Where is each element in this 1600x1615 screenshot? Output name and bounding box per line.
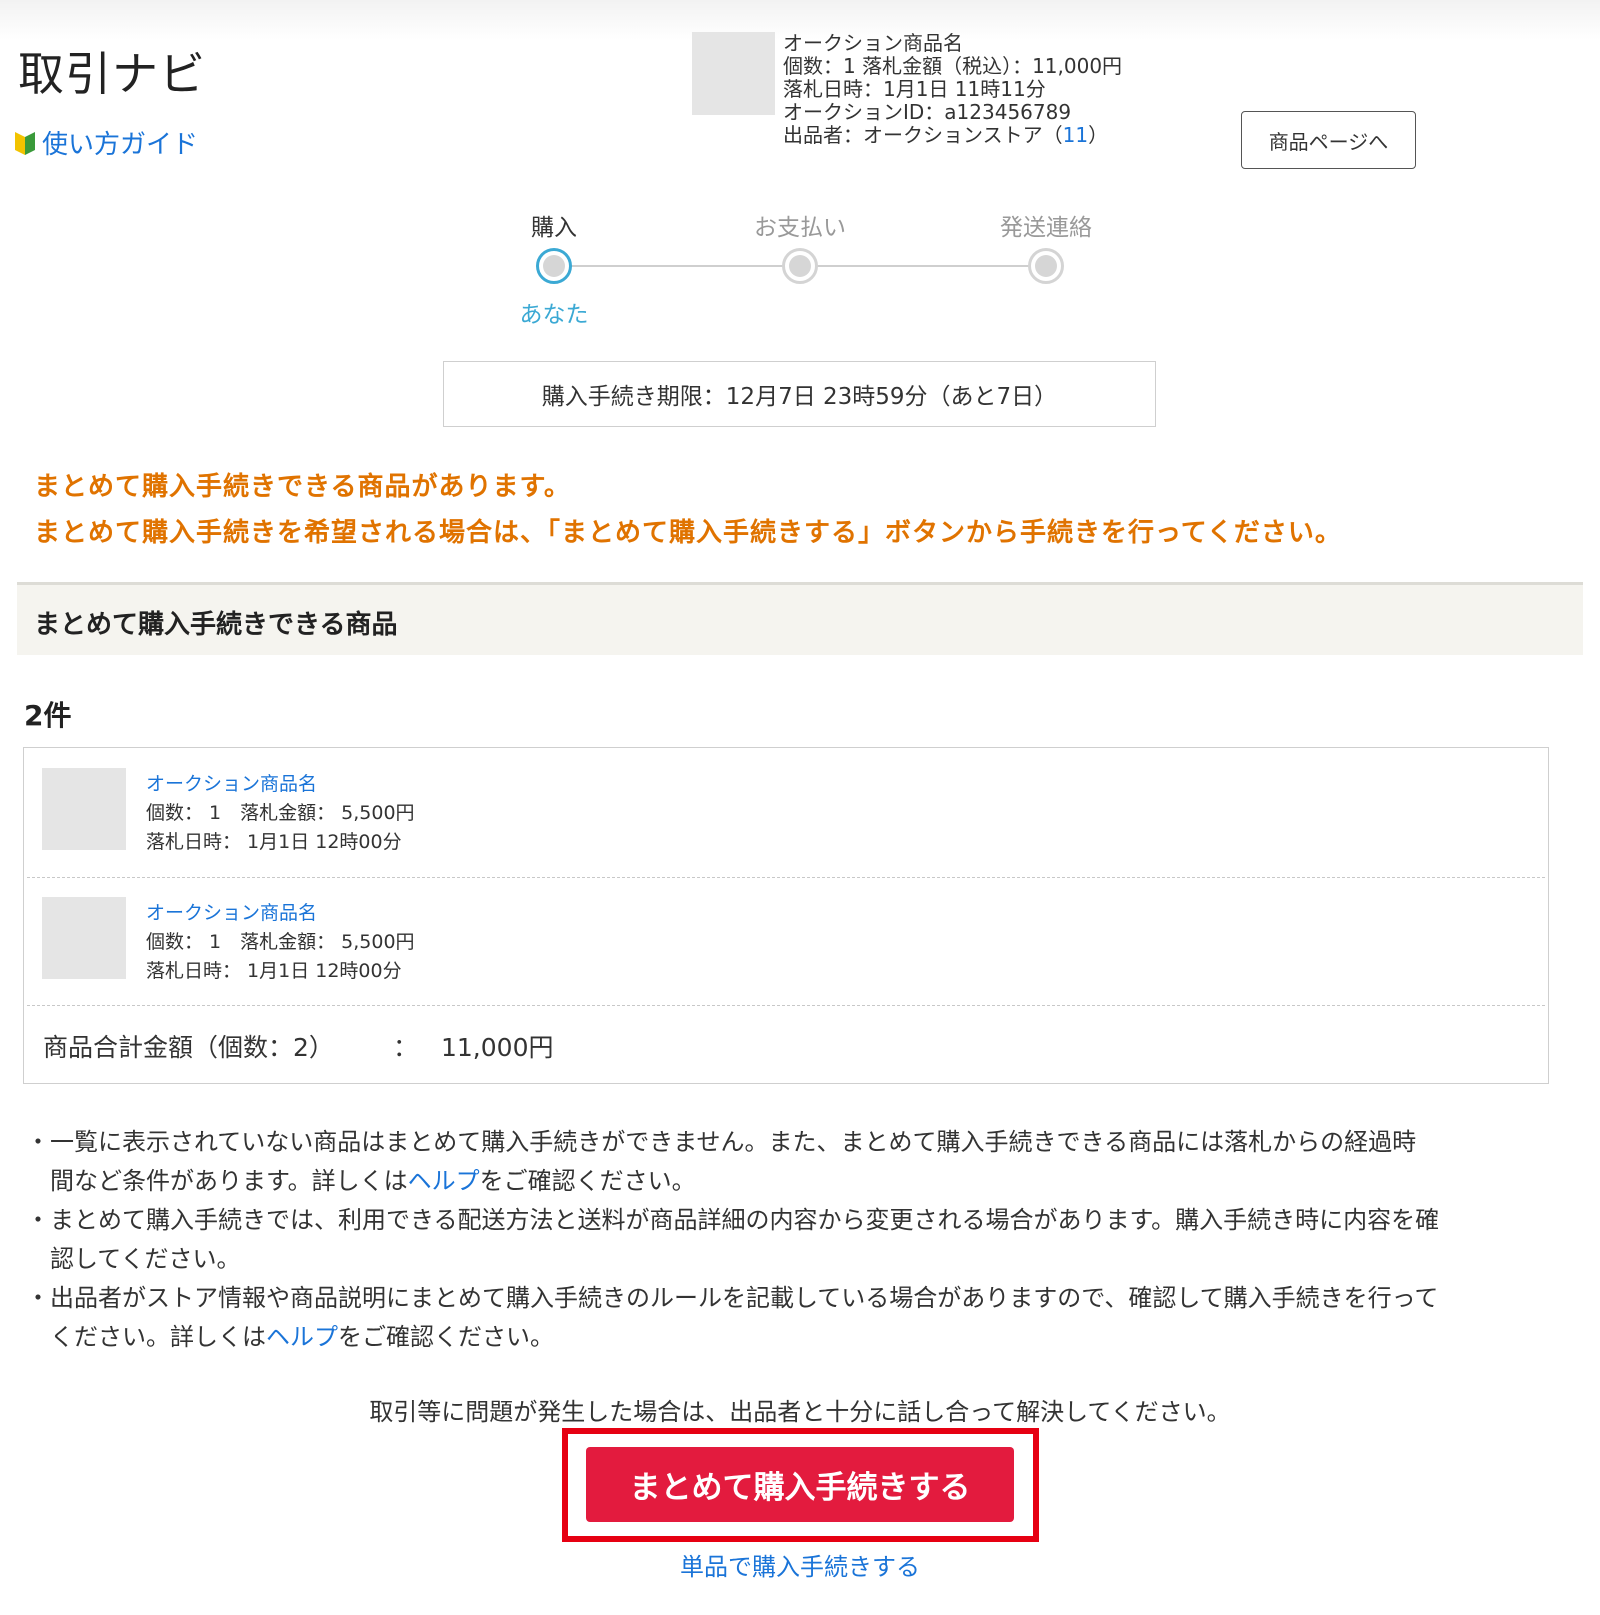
note-item: ・ 一覧に表示されていない商品はまとめて購入手続きができません。また、まとめて購… — [26, 1123, 1581, 1201]
auction-id: オークションID：a123456789 — [783, 100, 1072, 124]
usage-guide-label: 使い方ガイド — [42, 130, 199, 160]
product-page-button[interactable]: 商品ページへ — [1241, 111, 1416, 169]
step-circle-shipping — [1028, 248, 1064, 284]
note-text: 一覧に表示されていない商品はまとめて購入手続きができません。また、まとめて購入手… — [50, 1123, 1416, 1201]
step-dot — [1035, 255, 1057, 277]
step-actor-you: あなた — [519, 302, 589, 328]
total-value: 11,000円 — [441, 1033, 554, 1062]
row-divider — [27, 877, 1545, 878]
step-circle-purchase — [536, 248, 572, 284]
seller-suffix: ） — [1088, 123, 1109, 147]
total-colon: ： — [393, 1033, 419, 1062]
seller-info: 出品者：オークションストア（11） — [783, 124, 1122, 147]
item-count: 2件 — [24, 699, 72, 732]
total-label: 商品合計金額（個数：2） — [43, 1033, 334, 1062]
note-text-part: をご確認ください。 — [338, 1323, 554, 1351]
step-dot — [543, 255, 565, 277]
note-text: まとめて購入手続きでは、利用できる配送方法と送料が商品詳細の内容から変更される場… — [50, 1201, 1439, 1279]
help-link[interactable]: ヘルプ — [266, 1323, 338, 1351]
note-line: 認してください。 — [50, 1245, 241, 1273]
note-item: ・ 出品者がストア情報や商品説明にまとめて購入手続きのルールを記載している場合が… — [26, 1279, 1581, 1357]
list-item-date: 落札日時： 1月1日 12時00分 — [146, 960, 402, 982]
single-purchase-link-text[interactable]: 単品で購入手続きする — [680, 1553, 920, 1581]
seller-label: 出品者：オークションストア（ — [783, 123, 1063, 147]
list-item-thumbnail[interactable] — [42, 768, 126, 850]
note-text-part: ください。詳しくは — [50, 1323, 266, 1351]
note-bullet: ・ — [26, 1284, 50, 1312]
list-item-quantity-price: 個数： 1 落札金額： 5,500円 — [146, 931, 415, 953]
note-item: ・ まとめて購入手続きでは、利用できる配送方法と送料が商品詳細の内容から変更され… — [26, 1201, 1581, 1279]
row-divider — [27, 1005, 1545, 1006]
note-bullet: ・ — [26, 1206, 50, 1234]
help-link[interactable]: ヘルプ — [408, 1167, 480, 1195]
list-item-name-link[interactable]: オークション商品名 — [146, 770, 415, 799]
list-item: オークション商品名 個数： 1 落札金額： 5,500円 落札日時： 1月1日 … — [146, 899, 415, 986]
step-label-purchase: 購入 — [531, 215, 577, 241]
item-thumbnail[interactable] — [692, 32, 775, 115]
step-circle-payment — [782, 248, 818, 284]
list-item-quantity-price: 個数： 1 落札金額： 5,500円 — [146, 802, 415, 824]
note-text-part: 間など条件があります。詳しくは — [50, 1167, 408, 1195]
note-line: 出品者がストア情報や商品説明にまとめて購入手続きのルールを記載している場合があり… — [50, 1284, 1439, 1312]
step-dot — [789, 255, 811, 277]
list-item-name-link[interactable]: オークション商品名 — [146, 899, 415, 928]
note-text: 出品者がストア情報や商品説明にまとめて購入手続きのルールを記載している場合があり… — [50, 1279, 1438, 1357]
bundle-notice-line2: まとめて購入手続きを希望される場合は、「まとめて購入手続きする」ボタンから手続き… — [34, 518, 1342, 548]
usage-guide-link[interactable]: 使い方ガイド — [14, 124, 198, 161]
item-quantity-price: 個数：1 落札金額（税込）：11,000円 — [783, 54, 1123, 78]
note-bullet: ・ — [26, 1128, 50, 1156]
list-item-date: 落札日時： 1月1日 12時00分 — [146, 831, 402, 853]
purchase-deadline: 購入手続き期限：12月7日 23時59分（あと7日） — [443, 361, 1156, 427]
step-label-shipping: 発送連絡 — [1000, 215, 1092, 241]
seller-rating-link[interactable]: 11 — [1063, 123, 1088, 147]
note-line: まとめて購入手続きでは、利用できる配送方法と送料が商品詳細の内容から変更される場… — [50, 1206, 1440, 1234]
beginner-mark-icon — [14, 130, 36, 156]
bundle-purchase-button[interactable]: まとめて購入手続きする — [586, 1447, 1014, 1522]
item-name: オークション商品名 — [783, 31, 963, 55]
section-title: まとめて購入手続きできる商品 — [34, 610, 398, 640]
single-purchase-link: 単品で購入手続きする — [0, 1547, 1600, 1582]
list-item-thumbnail[interactable] — [42, 897, 126, 979]
trouble-notice: 取引等に問題が発生した場合は、出品者と十分に話し合って解決してください。 — [369, 1398, 1231, 1426]
bundle-notice-line1: まとめて購入手続きできる商品があります。 — [34, 472, 571, 502]
note-text-part: をご確認ください。 — [479, 1167, 696, 1195]
total-amount-row: 商品合計金額（個数：2） ： 11,000円 — [43, 1028, 553, 1064]
step-label-payment: お支払い — [754, 215, 846, 241]
note-line: ください。詳しくはヘルプをご確認ください。 — [50, 1318, 1438, 1357]
page-title: 取引ナビ — [18, 47, 206, 101]
item-date: 落札日時：1月1日 11時11分 — [783, 77, 1046, 101]
list-item: オークション商品名 個数： 1 落札金額： 5,500円 落札日時： 1月1日 … — [146, 770, 415, 857]
item-info: オークション商品名 個数：1 落札金額（税込）：11,000円 落札日時：1月1… — [783, 32, 1122, 147]
note-line: 一覧に表示されていない商品はまとめて購入手続きができません。また、まとめて購入手… — [50, 1128, 1417, 1156]
notes: ・ 一覧に表示されていない商品はまとめて購入手続きができません。また、まとめて購… — [26, 1123, 1581, 1357]
note-line: 間など条件があります。詳しくはヘルプをご確認ください。 — [50, 1162, 1416, 1201]
